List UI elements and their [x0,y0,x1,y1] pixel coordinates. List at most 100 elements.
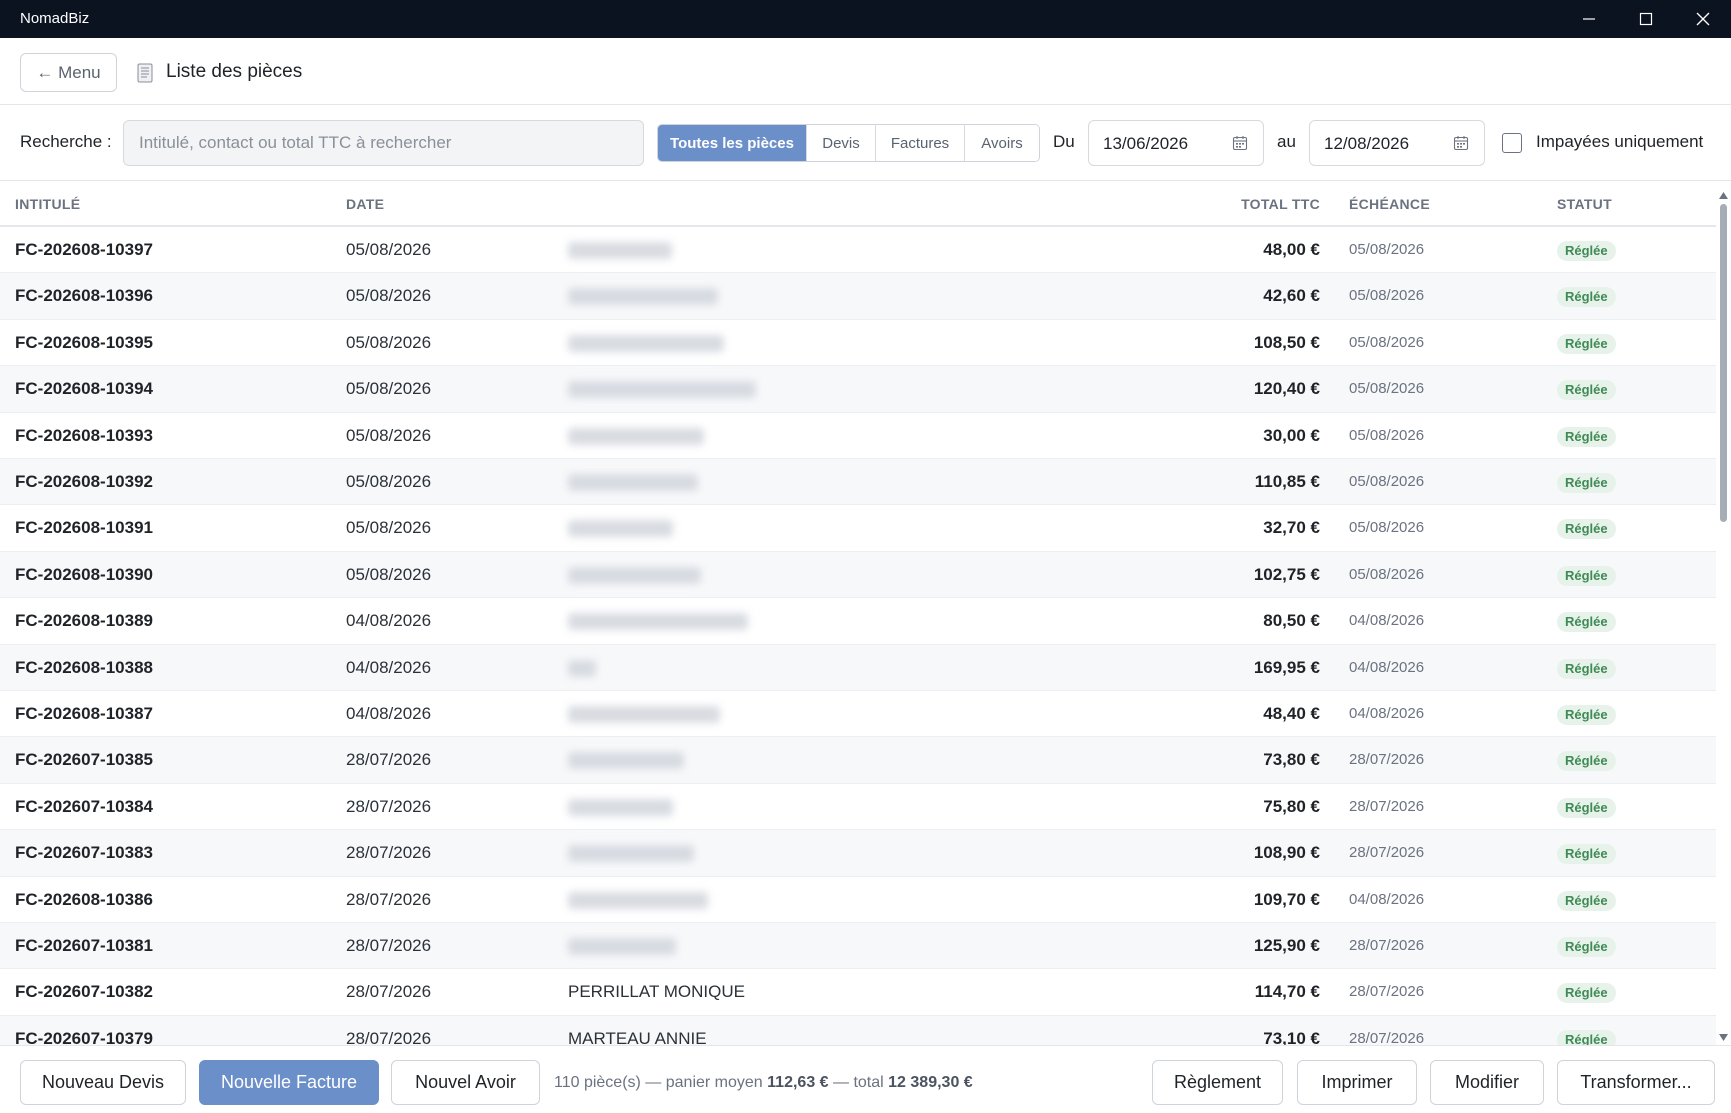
row-date: 28/07/2026 [346,750,432,770]
table-row[interactable]: FC-202608-10394 05/08/2026 120,40 € 05/08/2… [0,366,1716,413]
table-row[interactable]: FC-202607-10383 28/07/2026 108,90 € 28/07/2… [0,830,1716,877]
row-echeance: 28/07/2026 [1349,1029,1425,1045]
new-facture-button[interactable]: Nouvelle Facture [199,1060,379,1105]
row-total: 120,40 € [1253,379,1320,399]
row-date: 05/08/2026 [346,379,432,399]
status-badge: Réglée [1557,937,1616,957]
row-intitule: FC-202608-10395 [15,332,153,352]
table-row[interactable]: FC-202608-10396 05/08/2026 42,60 € 05/08/20… [0,273,1716,320]
table-row[interactable]: FC-202608-10390 05/08/2026 102,75 € 05/08/2… [0,551,1716,599]
column-header-echeance[interactable]: ÉCHÉANCE [1349,196,1430,212]
row-total: 110,85 € [1254,472,1320,491]
row-contact-redacted [568,520,673,538]
filter-all-pieces[interactable]: Toutes les pièces [658,125,807,161]
table-row[interactable]: FC-202608-10391 05/08/2026 32,70 € 05/08/20… [0,505,1716,552]
table-row[interactable]: FC-202607-10385 28/07/2026 73,80 € 28/07/20… [0,737,1716,784]
row-date: 05/08/2026 [346,564,432,584]
minimize-button[interactable] [1560,0,1617,38]
reglement-button[interactable]: Règlement [1152,1060,1283,1105]
row-echeance: 05/08/2026 [1349,519,1425,537]
row-intitule: FC-202608-10396 [15,286,153,306]
edit-button[interactable]: Modifier [1430,1060,1544,1105]
row-echeance: 05/08/2026 [1349,333,1425,351]
column-header-statut[interactable]: STATUT [1557,196,1612,212]
row-contact-redacted [568,566,701,584]
table-scrollbar[interactable] [1716,182,1731,1045]
table-row[interactable]: FC-202607-10384 28/07/2026 75,80 € 28/07/20… [0,784,1716,831]
unpaid-only-checkbox[interactable] [1502,133,1522,153]
row-contact-redacted [568,288,718,306]
row-total: 108,50 € [1253,332,1320,352]
table-row[interactable]: FC-202608-10395 05/08/2026 108,50 € 05/08/2… [0,320,1716,367]
column-header-intitule[interactable]: INTITULÉ [15,196,80,212]
row-echeance: 05/08/2026 [1349,426,1425,444]
row-contact-redacted [568,752,684,770]
row-intitule: FC-202608-10392 [15,472,153,491]
table-row[interactable]: FC-202608-10397 05/08/2026 48,00 € 05/08/20… [0,227,1716,274]
menu-back-button[interactable]: ← Menu [20,53,117,92]
search-input[interactable] [123,120,644,166]
table-row[interactable]: FC-202607-10381 28/07/2026 125,90 € 28/07/2… [0,923,1716,970]
row-intitule: FC-202607-10385 [15,750,153,770]
close-icon [1696,12,1709,26]
table-row[interactable]: FC-202608-10389 04/08/2026 80,50 € 04/08/20… [0,598,1716,645]
status-badge: Réglée [1557,426,1616,447]
filter-avoirs[interactable]: Avoirs [965,125,1039,161]
print-button[interactable]: Imprimer [1297,1060,1417,1105]
row-total: 73,10 € [1263,1028,1320,1045]
date-to-input[interactable]: 12/08/2026 [1309,120,1485,166]
row-intitule: FC-202608-10397 [15,240,153,259]
footer-actions: Nouveau Devis Nouvelle Facture Nouvel Av… [0,1045,1731,1113]
date-from-input[interactable]: 13/06/2026 [1088,120,1264,166]
row-contact-redacted [568,845,694,863]
filter-devis[interactable]: Devis [807,125,876,161]
row-contact-redacted [568,798,673,816]
new-avoir-button[interactable]: Nouvel Avoir [391,1060,540,1105]
calendar-icon[interactable] [1232,135,1248,156]
table-row[interactable]: FC-202607-10382 28/07/2026 114,70 € 28/07/2… [0,969,1716,1016]
row-contact-redacted [568,381,756,399]
table-row[interactable]: FC-202607-10379 28/07/2026 73,10 € 28/07/20… [0,1015,1716,1045]
page-title: Liste des pièces [166,61,303,82]
unpaid-only-label[interactable]: Impayées uniquement [1536,132,1703,152]
summary-average: 112,63 € [767,1074,829,1091]
row-total: 109,70 € [1253,889,1320,909]
table-row[interactable]: FC-202608-10386 28/07/2026 109,70 € 04/08/2… [0,877,1716,923]
row-total: 75,80 € [1263,796,1320,816]
row-date: 05/08/2026 [346,518,432,538]
filter-bar: Recherche : Toutes les pièces Devis Fact… [0,105,1731,181]
summary-total: 12 389,30 € [888,1074,973,1091]
column-header-date[interactable]: DATE [346,196,384,212]
scrollbar-thumb[interactable] [1720,204,1727,522]
row-total: 48,40 € [1263,704,1320,723]
row-intitule: FC-202608-10391 [15,518,153,538]
table-row[interactable]: FC-202608-10392 05/08/2026 110,85 € 05/08/2… [0,459,1716,506]
status-badge: Réglée [1557,565,1616,586]
maximize-button[interactable] [1617,0,1674,38]
new-devis-button[interactable]: Nouveau Devis [20,1060,186,1105]
filter-factures[interactable]: Factures [876,125,965,161]
row-contact-redacted [568,891,708,909]
table-row[interactable]: FC-202608-10387 04/08/2026 48,40 € 04/08/20… [0,691,1716,738]
row-date: 05/08/2026 [346,472,432,491]
minimize-icon [1582,18,1595,20]
close-button[interactable] [1674,0,1731,38]
status-badge: Réglée [1557,612,1616,633]
page-header: ← Menu Liste des pièces [0,38,1731,105]
row-echeance: 05/08/2026 [1349,473,1425,490]
transform-button[interactable]: Transformer... [1557,1060,1715,1105]
row-intitule: FC-202608-10387 [15,704,153,723]
scroll-up-arrow-icon[interactable] [1719,186,1728,204]
row-total: 169,95 € [1253,657,1320,677]
scroll-down-arrow-icon[interactable] [1719,1028,1728,1046]
row-total: 30,00 € [1263,425,1320,445]
row-intitule: FC-202608-10394 [15,379,153,399]
column-header-total[interactable]: TOTAL TTC [1241,196,1320,212]
row-date: 04/08/2026 [346,657,432,677]
row-date: 28/07/2026 [346,796,432,816]
row-date: 05/08/2026 [346,286,432,306]
table-row[interactable]: FC-202608-10388 04/08/2026 169,95 € 04/08/2… [0,644,1716,691]
calendar-icon[interactable] [1453,135,1469,156]
date-to-value: 12/08/2026 [1324,134,1410,153]
table-row[interactable]: FC-202608-10393 05/08/2026 30,00 € 05/08/20… [0,413,1716,459]
